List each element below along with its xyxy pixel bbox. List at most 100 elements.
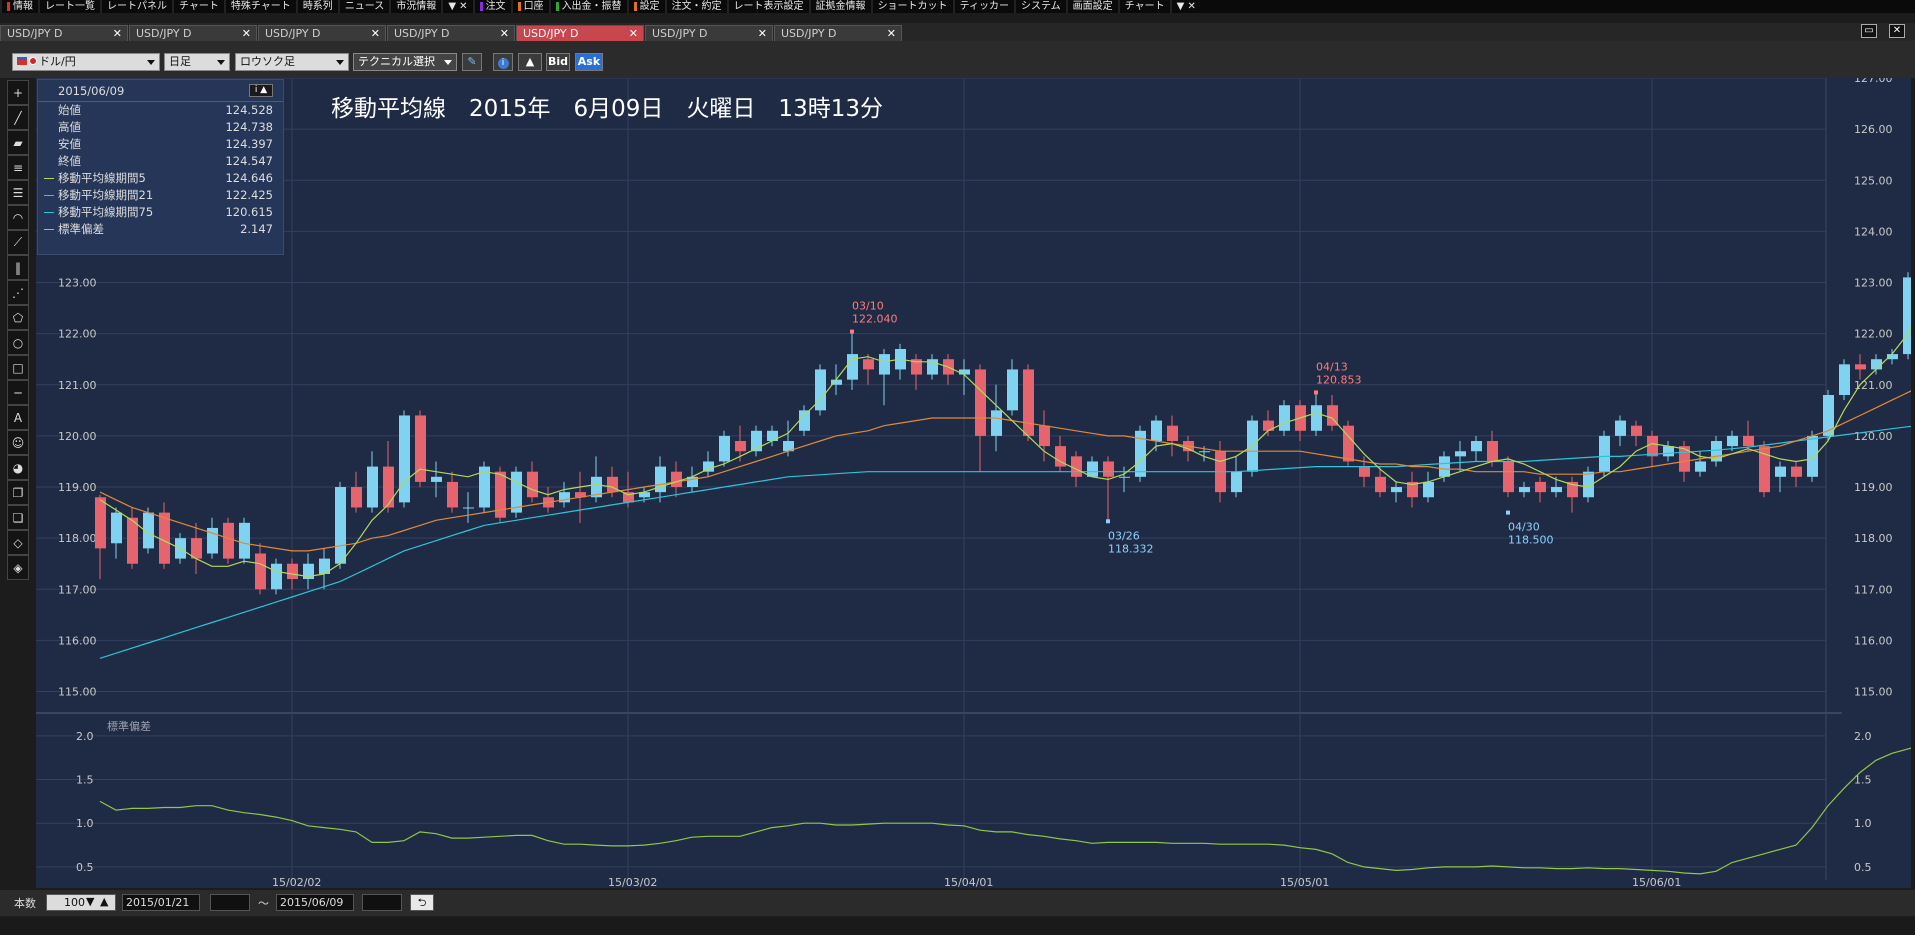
menu-item-15[interactable]: 証拠金情報 xyxy=(808,0,871,13)
ask-button[interactable]: Ask xyxy=(575,53,603,71)
menu-item-0[interactable]: 情報 xyxy=(0,0,38,13)
chart-canvas: 115.00 115.00 116.00 116.00 117.00 117.00 118.… xyxy=(36,72,1915,889)
horizontal-lines-icon[interactable]: ≡ xyxy=(7,155,29,180)
close-icon[interactable]: ✕ xyxy=(629,26,638,41)
crosshair-icon[interactable]: + xyxy=(7,80,29,105)
vertical-lines-icon[interactable]: ‖ xyxy=(7,255,29,280)
circle-icon[interactable]: ○ xyxy=(7,330,29,355)
tab-label: USD/JPY D xyxy=(265,27,321,40)
tab-6[interactable]: USD/JPY D ✕ xyxy=(774,25,902,41)
chevron-up-icon[interactable]: ▲ xyxy=(100,895,108,908)
menu-item-3[interactable]: チャート xyxy=(172,0,224,13)
candle-body xyxy=(735,441,746,452)
candle-body xyxy=(879,354,890,375)
tab-4[interactable]: USD/JPY D ✕ xyxy=(516,25,644,41)
menu-item-label: レートパネル xyxy=(107,1,167,12)
menu-item-1[interactable]: レート一覧 xyxy=(38,0,100,13)
menu-item-14[interactable]: レート表示設定 xyxy=(726,0,809,13)
info-icon[interactable]: i xyxy=(493,53,513,71)
menu-item-6[interactable]: ニュース xyxy=(337,0,390,13)
menu-item-18[interactable]: システム xyxy=(1013,0,1066,13)
tab-3[interactable]: USD/JPY D ✕ xyxy=(387,25,515,41)
menu-item-19[interactable]: 画面設定 xyxy=(1065,0,1118,13)
data-row-value: 124.397 xyxy=(225,137,273,151)
menu-item-7[interactable]: 市況情報 xyxy=(389,0,441,13)
technical-select[interactable]: テクニカル選択 xyxy=(353,53,457,71)
data-row: 移動平均線期間5 124.646 xyxy=(38,170,283,187)
pair-select[interactable]: ドル/円 xyxy=(12,53,160,71)
candle-body xyxy=(1359,466,1370,477)
candle-body xyxy=(1695,461,1706,472)
close-window-icon[interactable]: ✕ xyxy=(1889,24,1905,38)
candle-body xyxy=(1119,476,1130,478)
to-time-field[interactable] xyxy=(362,894,402,911)
candle-body xyxy=(1839,364,1850,395)
menu-color-marker xyxy=(633,2,637,11)
menu-item-12[interactable]: 設定 xyxy=(626,0,665,13)
horizontal-line-icon[interactable]: ─ xyxy=(7,380,29,405)
menu-item-17[interactable]: ティッカー xyxy=(952,0,1014,13)
series-swatch xyxy=(44,178,54,179)
pitchfork-icon[interactable]: ⋰ xyxy=(7,280,29,305)
chart-type-select[interactable]: ロウソク足 xyxy=(235,53,349,71)
menu-item-5[interactable]: 時系列 xyxy=(295,0,338,13)
arc-icon[interactable]: ◠ xyxy=(7,205,29,230)
candle-body xyxy=(383,466,394,508)
menu-item-20[interactable]: チャート xyxy=(1117,0,1170,13)
ruler-icon[interactable]: ▰ xyxy=(7,130,29,155)
candle-body xyxy=(1727,435,1738,447)
y-tick-label-left: 119.00 xyxy=(58,481,97,494)
from-time-field[interactable] xyxy=(210,894,250,911)
rectangle-icon[interactable]: □ xyxy=(7,355,29,380)
menu-item-11[interactable]: 入出金・振替 xyxy=(548,0,627,13)
close-icon[interactable]: ✕ xyxy=(242,26,251,41)
from-date-field[interactable]: 2015/01/21 xyxy=(122,894,200,911)
pen-icon[interactable]: ✎ xyxy=(462,53,482,71)
pentagon-icon[interactable]: ⬠ xyxy=(7,305,29,330)
candle-body xyxy=(1551,487,1562,493)
menu-item-label: ▼ ✕ xyxy=(448,1,468,12)
return-icon[interactable]: ⮌ xyxy=(410,894,434,911)
window-controls: ▭ ✕ xyxy=(1861,24,1905,38)
paste-icon[interactable]: ❏ xyxy=(7,505,29,530)
text-icon[interactable]: A xyxy=(7,405,29,430)
emoji-icon[interactable]: ☺ xyxy=(7,430,29,455)
tab-1[interactable]: USD/JPY D ✕ xyxy=(129,25,257,41)
tab-2[interactable]: USD/JPY D ✕ xyxy=(258,25,386,41)
area-chart-icon[interactable]: ▲ xyxy=(518,53,542,71)
menu-item-2[interactable]: レートパネル xyxy=(100,0,172,13)
close-icon[interactable]: ✕ xyxy=(371,26,380,41)
to-date-field[interactable]: 2015/06/09 xyxy=(276,894,354,911)
period-select[interactable]: 日足 xyxy=(164,53,230,71)
fibonacci-icon[interactable]: ☰ xyxy=(7,180,29,205)
candle-body xyxy=(1279,405,1290,431)
paint-icon[interactable]: ◕ xyxy=(7,455,29,480)
series-swatch xyxy=(44,229,54,230)
collapse-icon[interactable]: i ▲ xyxy=(249,84,273,97)
eraser-all-icon[interactable]: ◈ xyxy=(7,555,29,580)
chevron-down-icon[interactable]: ▼ xyxy=(86,895,94,908)
y-tick-label: 126.00 xyxy=(1854,123,1893,136)
menu-item-10[interactable]: 口座 xyxy=(510,0,549,13)
close-icon[interactable]: ✕ xyxy=(500,26,509,41)
candle-body xyxy=(1007,369,1018,411)
eraser-icon[interactable]: ◇ xyxy=(7,530,29,555)
menu-item-13[interactable]: 注文・約定 xyxy=(664,0,727,13)
menu-item-4[interactable]: 特殊チャート xyxy=(223,0,296,13)
close-icon[interactable]: ✕ xyxy=(887,26,896,41)
chart-area[interactable]: 115.00 115.00 116.00 116.00 117.00 117.00 118.… xyxy=(36,72,1915,889)
menu-item-16[interactable]: ショートカット xyxy=(870,0,953,13)
menu-item-9[interactable]: 注文 xyxy=(472,0,511,13)
bid-button[interactable]: Bid xyxy=(546,53,570,71)
flag-icon xyxy=(17,57,27,65)
close-icon[interactable]: ✕ xyxy=(113,26,122,41)
menu-item-8[interactable]: ▼ ✕ xyxy=(441,0,472,13)
menu-item-21[interactable]: ▼ ✕ xyxy=(1169,0,1201,13)
copy-icon[interactable]: ❐ xyxy=(7,480,29,505)
close-icon[interactable]: ✕ xyxy=(758,26,767,41)
trendline-icon[interactable]: ╱ xyxy=(7,105,29,130)
fan-icon[interactable]: ⟋ xyxy=(7,230,29,255)
maximize-icon[interactable]: ▭ xyxy=(1861,24,1877,38)
tab-5[interactable]: USD/JPY D ✕ xyxy=(645,25,773,41)
tab-0[interactable]: USD/JPY D ✕ xyxy=(0,25,128,41)
